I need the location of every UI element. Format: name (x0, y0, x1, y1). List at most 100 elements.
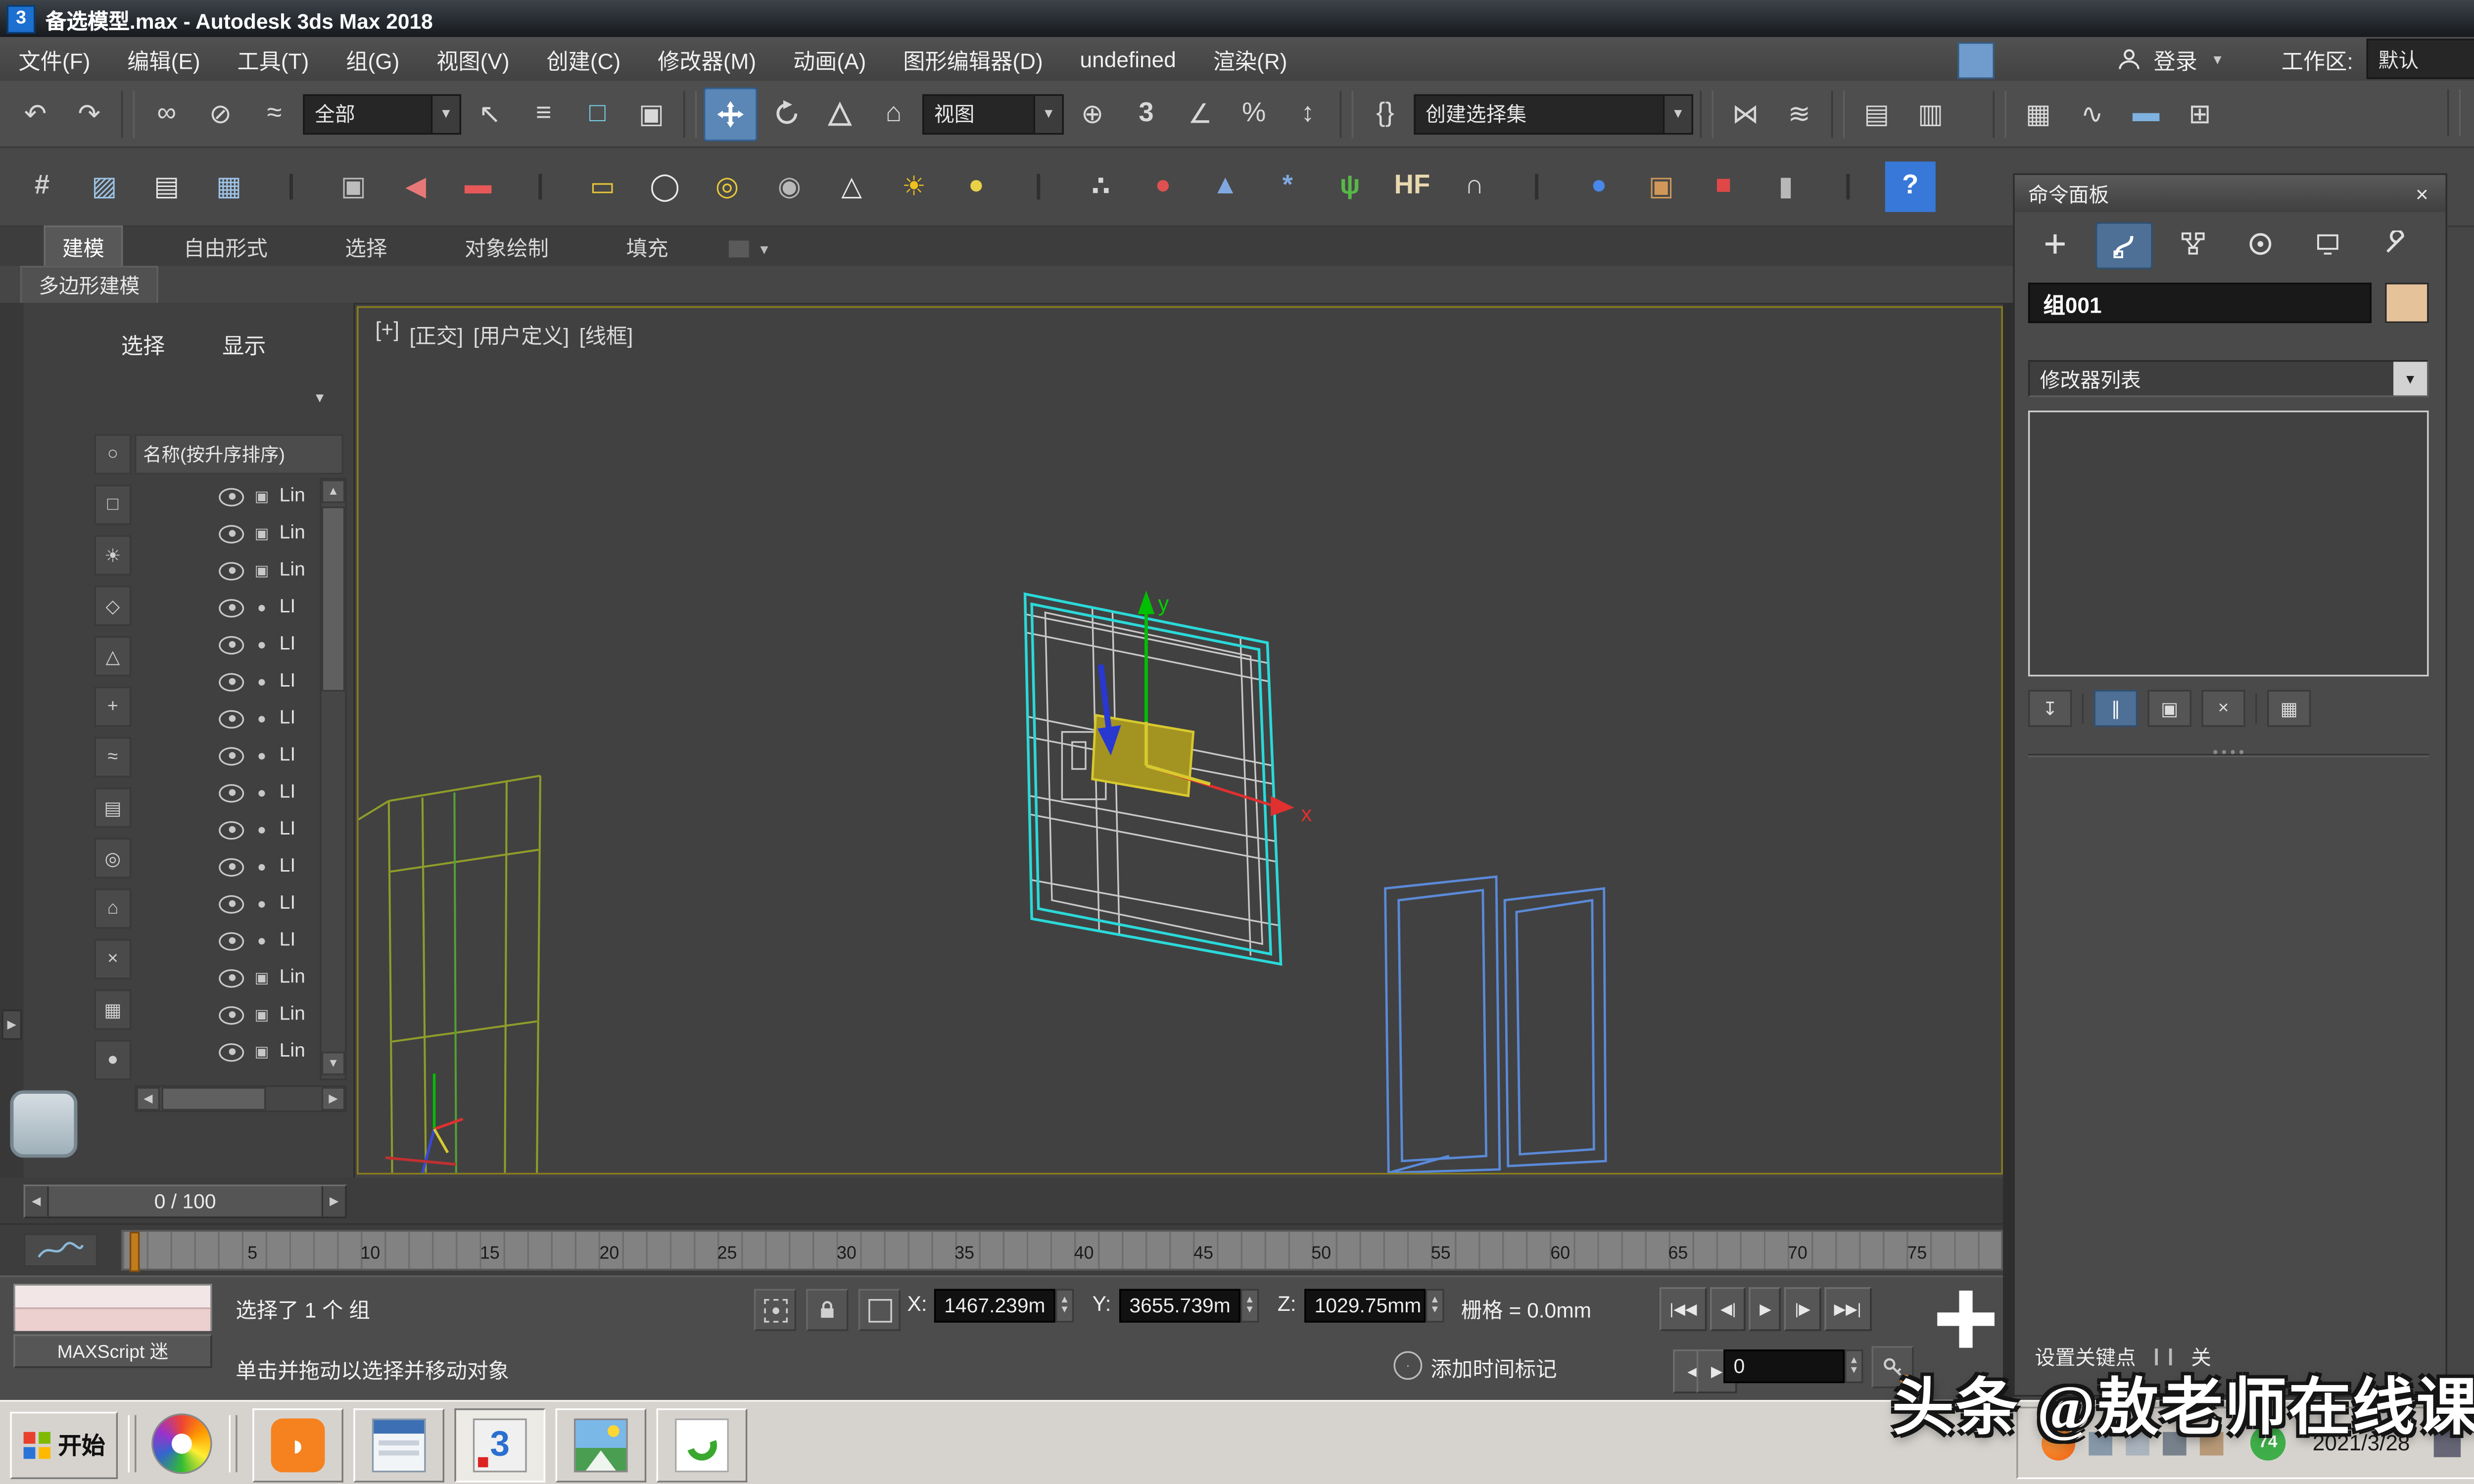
filter-geometry-icon[interactable]: □ (94, 485, 131, 525)
visibility-eye-icon[interactable] (219, 709, 244, 728)
maxscript-mini-listener[interactable] (13, 1284, 212, 1331)
render-setup-icon[interactable]: ◉ (2468, 89, 2474, 139)
close-icon[interactable]: × (2409, 180, 2435, 207)
tab-display[interactable] (2301, 222, 2355, 266)
filter-helpers-icon[interactable]: △ (94, 636, 131, 677)
list-item[interactable]: ● LI (135, 700, 320, 737)
select-object-icon[interactable]: ↖ (465, 89, 515, 139)
modeling-tools-icon[interactable]: # (17, 162, 67, 212)
angle-snap-icon[interactable]: ∠ (1175, 89, 1225, 139)
menu-accent-button[interactable] (1957, 42, 1995, 79)
snap-toggle-3d-icon[interactable]: 3 (1121, 89, 1171, 139)
menu-item[interactable]: 工具(T) (219, 37, 328, 81)
menu-item[interactable]: 创建(C) (528, 37, 639, 81)
camera-icon[interactable]: ▣ (328, 162, 379, 212)
audio-icon[interactable]: ◀ (390, 162, 441, 212)
filter-frozen-icon[interactable]: ▦ (94, 989, 131, 1030)
separator[interactable]: | (515, 162, 566, 212)
viewport[interactable]: [+] [正交] [用户定义] [线框] (357, 306, 2003, 1174)
pin-stack-icon[interactable]: ↧ (2028, 690, 2072, 727)
explorer-vertical-scrollbar[interactable]: ▲ ▼ (320, 478, 346, 1080)
time-slider[interactable]: ◀ 0 / 100 ▶ (24, 1185, 347, 1218)
tab-modify[interactable] (2095, 222, 2153, 269)
browser-swirl-icon[interactable] (151, 1413, 212, 1474)
menu-item[interactable]: 动画(A) (775, 37, 885, 81)
blue-sphere-icon[interactable]: ● (1573, 162, 1624, 212)
foliage-icon[interactable]: ψ (1325, 162, 1375, 212)
current-frame-marker[interactable] (130, 1232, 140, 1272)
add-time-tag-label[interactable]: 添加时间标记 (1430, 1351, 1557, 1383)
current-frame-field[interactable]: 0 (1723, 1349, 1845, 1383)
sun-icon[interactable]: ☀ (889, 162, 939, 212)
particles-icon[interactable]: ∴ (1076, 162, 1126, 212)
select-and-scale-icon[interactable] (814, 89, 865, 139)
building-icon[interactable]: ▮ (1760, 162, 1811, 212)
container-icon[interactable]: ■ (1698, 162, 1749, 212)
filter-xrefs-icon[interactable]: ▤ (94, 788, 131, 828)
explorer-options-caret-icon[interactable]: ▼ (313, 390, 327, 406)
scrollbar-thumb[interactable] (322, 507, 345, 692)
y-coordinate-field[interactable]: 3655.739m (1119, 1289, 1240, 1323)
visibility-eye-icon[interactable] (219, 783, 244, 801)
list-item[interactable]: ● LI (135, 663, 320, 700)
taskbar-app-window[interactable] (353, 1408, 444, 1483)
list-item[interactable]: ▣ Lin (135, 478, 320, 515)
ribbon-tab-populate[interactable]: 填充 (610, 227, 685, 266)
z-coordinate-field[interactable]: 1029.75mm (1304, 1289, 1426, 1323)
absolute-offset-toggle-icon[interactable] (858, 1289, 901, 1331)
select-and-place-icon[interactable]: ⌂ (868, 89, 919, 139)
ribbon-tab-object-paint[interactable]: 对象绘制 (448, 227, 566, 266)
taskbar-grip[interactable] (229, 1415, 238, 1473)
explorer-horizontal-scrollbar[interactable]: ◀ ▶ (135, 1085, 347, 1112)
ribbon-options-icon[interactable] (729, 240, 749, 257)
panel-expand-icon[interactable]: ▶ (1, 1010, 22, 1040)
mini-curve-editor-icon[interactable] (24, 1233, 98, 1267)
taskbar-grip[interactable] (128, 1415, 137, 1473)
plane-icon[interactable]: ◯ (640, 162, 690, 212)
visibility-eye-icon[interactable] (219, 487, 244, 506)
frame-spinner[interactable]: ▲▼ (1845, 1349, 1863, 1383)
filter-groups-icon[interactable]: ≈ (94, 737, 131, 778)
toggle-layer-explorer-icon[interactable]: ▥ (1905, 89, 1956, 139)
cone-icon[interactable]: △ (826, 162, 877, 212)
taskbar-app-photos[interactable] (556, 1408, 647, 1483)
x-spinner[interactable]: ▲▼ (1055, 1289, 1074, 1323)
percent-snap-icon[interactable]: % (1229, 89, 1279, 139)
tab-create[interactable] (2028, 222, 2082, 266)
next-frame-button[interactable]: |▶ (1785, 1287, 1820, 1331)
list-item[interactable]: ▣ Lin (135, 996, 320, 1033)
curve-editor-icon[interactable]: ∿ (2067, 89, 2117, 139)
separator[interactable]: | (1512, 162, 1562, 212)
redo-icon[interactable]: ↷ (64, 89, 114, 139)
make-unique-icon[interactable]: ▣ (2147, 690, 2191, 727)
tab-motion[interactable] (2234, 222, 2287, 266)
visibility-eye-icon[interactable] (219, 857, 244, 876)
window-crossing-icon[interactable]: ▣ (626, 89, 676, 139)
z-spinner[interactable]: ▲▼ (1426, 1289, 1444, 1323)
list-item[interactable]: ▣ Lin (135, 552, 320, 589)
hair-fur-icon[interactable]: HF (1387, 162, 1437, 212)
edit-named-sets-icon[interactable]: {} (1360, 89, 1410, 139)
select-by-name-icon[interactable]: ≡ (519, 89, 569, 139)
menu-item[interactable]: 修改器(M) (639, 37, 775, 81)
visibility-eye-icon[interactable] (219, 1005, 244, 1023)
separator[interactable]: | (1013, 162, 1064, 212)
menu-item[interactable]: 图形编辑器(D) (885, 37, 1061, 81)
menu-item[interactable]: 文件(F) (0, 37, 109, 81)
list-item[interactable]: ● LI (135, 737, 320, 774)
selection-region-icon[interactable]: □ (572, 89, 623, 139)
visibility-eye-icon[interactable] (219, 635, 244, 653)
filter-display-icon[interactable]: ○ (94, 434, 131, 475)
spinner-snap-icon[interactable]: ↕ (1283, 89, 1333, 139)
torus-icon[interactable]: ◎ (702, 162, 752, 212)
selection-lock-icon[interactable] (806, 1289, 848, 1331)
separator[interactable]: | (1823, 162, 1873, 212)
visibility-eye-icon[interactable] (219, 1042, 244, 1061)
prev-frame-button[interactable]: ◀| (1711, 1287, 1746, 1331)
panel-splitter[interactable] (2003, 303, 2013, 1400)
schematic-view-icon[interactable]: ⊞ (2175, 89, 2225, 139)
x-coordinate-field[interactable]: 1467.239m (934, 1289, 1055, 1323)
viewport-canvas[interactable]: y x (359, 308, 2001, 1172)
help-icon[interactable]: ? (1885, 162, 1936, 212)
bind-to-spacewarp-icon[interactable]: ≈ (249, 89, 299, 139)
